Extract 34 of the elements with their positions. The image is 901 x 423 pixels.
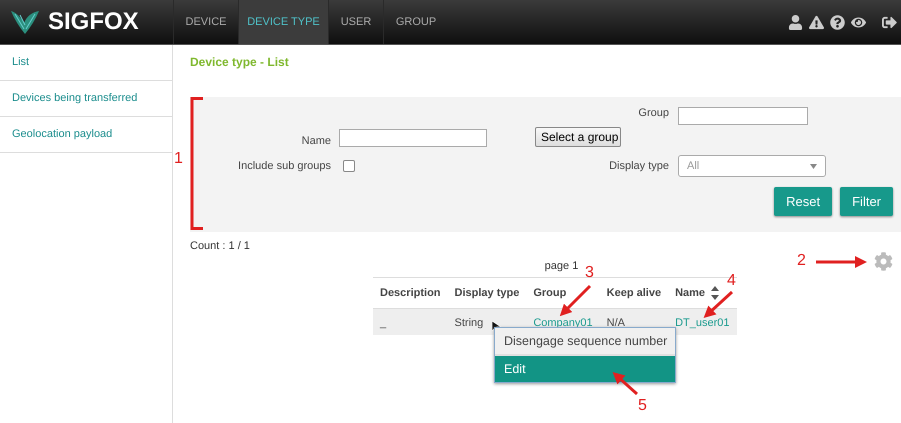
eye-icon[interactable] <box>851 14 866 30</box>
page-title: Device type - List <box>190 55 289 71</box>
caret-icon <box>810 164 817 168</box>
select-group-button[interactable]: Select a group <box>535 127 621 147</box>
reset-button[interactable]: Reset <box>774 187 832 216</box>
field-label: Group <box>638 107 669 119</box>
sidebar-item[interactable]: Devices being transferred <box>0 81 172 117</box>
annotation-number: 1 <box>174 150 183 168</box>
nav-tab[interactable]: DEVICE TYPE <box>238 0 328 44</box>
sidebar-item[interactable]: Geolocation payload <box>0 117 172 153</box>
group-field[interactable] <box>678 107 808 125</box>
field-label: Display type <box>609 160 669 172</box>
logout-icon[interactable] <box>882 14 897 30</box>
filter-button[interactable]: Filter <box>840 187 893 216</box>
sort-icon[interactable] <box>711 286 720 300</box>
page-indicator: page 1 <box>544 260 580 272</box>
annotation-number: 5 <box>638 397 647 415</box>
logo-icon <box>10 9 40 35</box>
table-cell: _ <box>373 308 448 335</box>
menu-item[interactable]: Edit <box>495 354 675 382</box>
help-icon[interactable] <box>830 14 845 30</box>
logo-text: SIGFOX <box>48 8 139 36</box>
field-label: Include sub groups <box>238 160 331 172</box>
sidebar-item[interactable]: List <box>0 45 172 81</box>
nav-tab[interactable]: USER <box>328 0 383 44</box>
count-text: Count : 1 / 1 <box>190 240 250 252</box>
name-field[interactable] <box>339 129 487 147</box>
warning-icon[interactable] <box>809 14 824 30</box>
checkbox[interactable] <box>343 160 355 172</box>
nav-tab[interactable]: GROUP <box>383 0 448 44</box>
field-label: Name <box>302 135 331 147</box>
annotation-number: 2 <box>797 252 806 270</box>
menu-item[interactable]: Disengage sequence number <box>495 328 675 354</box>
user-icon[interactable] <box>788 14 803 30</box>
